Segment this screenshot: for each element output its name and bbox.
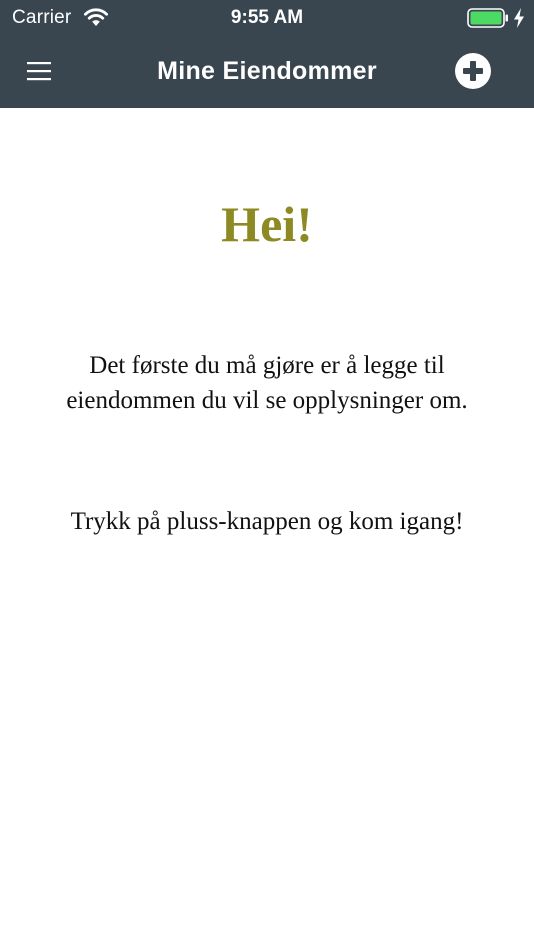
battery-icon [467,8,508,28]
hamburger-menu-icon [27,62,51,81]
page-title: Mine Eiendommer [157,57,377,85]
plus-circle-icon [455,53,491,89]
menu-button[interactable] [20,52,58,90]
navigation-bar: Mine Eiendommer [0,38,534,108]
app-header: Carrier 9:55 AM Mine Eiendommer [0,0,534,108]
cta-text: Trykk på pluss-knappen og kom igang! [70,508,464,535]
intro-text: Det første du må gjøre er å legge til ei… [66,352,468,414]
charging-bolt-icon [514,8,524,28]
greeting-heading: Hei! [221,196,313,252]
add-property-button[interactable] [454,52,492,90]
status-bar: Carrier 9:55 AM [0,0,534,38]
status-time: 9:55 AM [230,7,304,28]
welcome-content: Hei! Det første du må gjøre er å legge t… [0,108,534,950]
